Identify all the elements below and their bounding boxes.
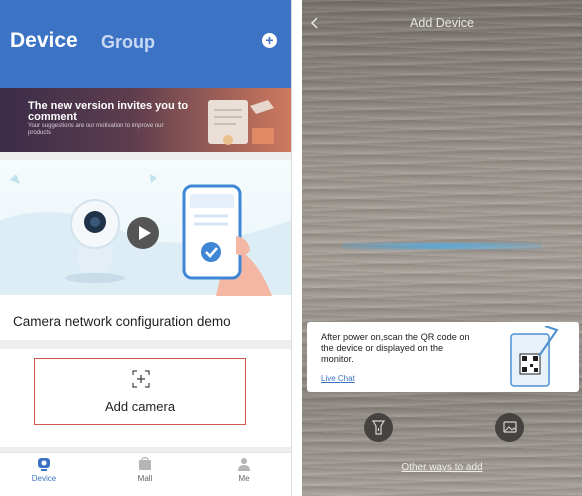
tab-group[interactable]: Group — [101, 32, 155, 53]
flashlight-button[interactable] — [364, 413, 393, 442]
gallery-icon — [503, 421, 517, 433]
tab-device[interactable]: Device — [10, 29, 78, 53]
nav-label-me: Me — [238, 474, 250, 483]
phone-hand-illustration — [182, 184, 272, 296]
nav-label-device: Device — [31, 474, 57, 483]
demo-caption: Camera network configuration demo — [13, 314, 231, 329]
app-header: Device Group + — [0, 0, 291, 88]
device-list-screen: Device Group + The new version invites y… — [0, 0, 292, 496]
banner-title: The new version invites you to comment — [28, 100, 189, 123]
person-icon — [238, 458, 250, 471]
add-scan-icon — [132, 370, 150, 388]
banner-subtitle: Your suggestions are our motivation to i… — [28, 123, 164, 136]
plus-circle-icon[interactable]: + — [262, 33, 277, 48]
device-icon — [38, 458, 50, 471]
mall-icon — [139, 457, 151, 470]
qr-scan-screen: Add Device After power on,scan the QR co… — [302, 0, 582, 496]
gallery-button[interactable] — [495, 413, 524, 442]
add-camera-section: Add camera — [0, 349, 291, 447]
nav-item-device[interactable]: Device — [14, 457, 74, 483]
banner-illustration — [208, 100, 274, 145]
play-icon[interactable] — [127, 217, 159, 249]
other-ways-to-add-link[interactable]: Other ways to add — [302, 462, 582, 473]
live-chat-link[interactable]: Live Chat — [321, 374, 355, 383]
bottom-nav: Device Mall Me — [0, 452, 291, 496]
feedback-banner[interactable]: The new version invites you to comment Y… — [0, 88, 291, 152]
device-qr-illustration — [510, 326, 559, 387]
nav-item-me[interactable]: Me — [214, 457, 274, 483]
scan-instruction-card: After power on,scan the QR code on the d… — [307, 322, 579, 392]
page-title: Add Device — [410, 16, 474, 30]
scan-line — [342, 242, 542, 250]
scan-instruction: After power on,scan the QR code on the d… — [321, 332, 470, 364]
add-camera-label: Add camera — [104, 399, 176, 414]
nav-item-mall[interactable]: Mall — [115, 457, 175, 483]
add-camera-button[interactable]: Add camera — [34, 358, 246, 425]
demo-video-card[interactable]: Camera network configuration demo — [0, 160, 291, 340]
flashlight-icon — [372, 420, 385, 435]
nav-label-mall: Mall — [137, 474, 153, 483]
